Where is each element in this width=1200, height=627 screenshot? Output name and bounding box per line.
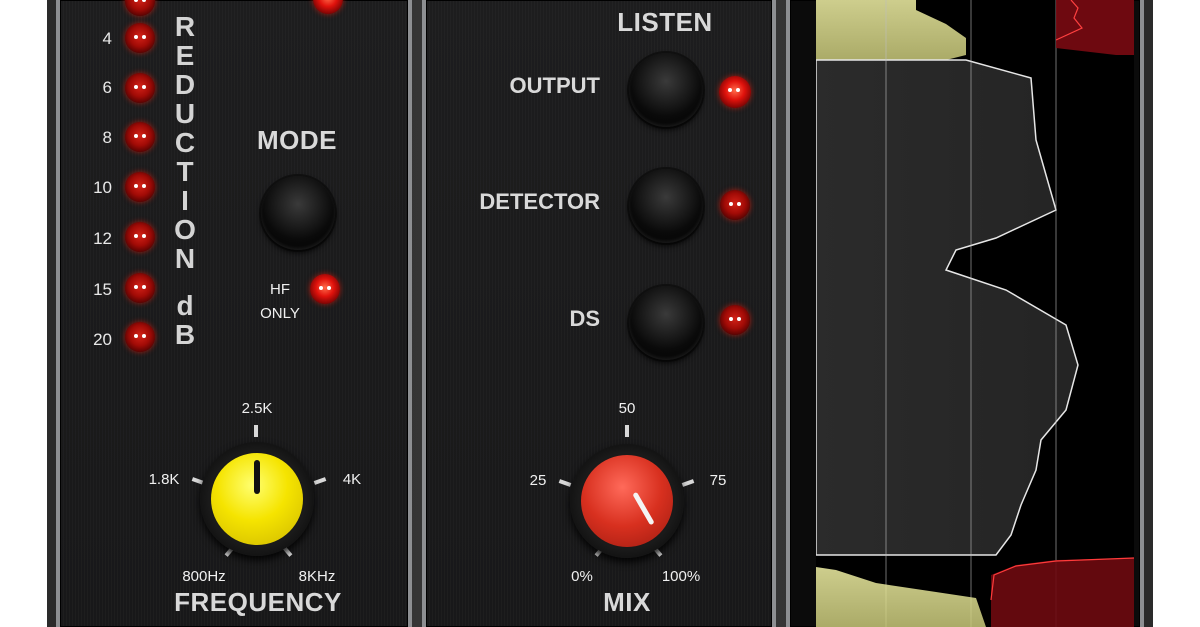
spectrum-red-bottom [991,558,1134,627]
spectrum-display [816,0,1134,627]
freq-mark-1-8k: 1.8K [148,471,180,488]
listen-detector-switch[interactable] [629,169,703,243]
mix-mark-75: 75 [709,472,727,489]
listen-detector-label: DETECTOR [479,189,600,214]
spectrum-yellow-top [816,0,966,60]
gr-title-vertical: R E D U C T I O N d B [174,11,196,350]
hf-only-label-2: ONLY [260,305,300,322]
gr-led [125,23,155,53]
gr-led [125,222,155,252]
frequency-label: FREQUENCY [174,587,342,617]
spectrum-yellow-bottom [816,567,986,627]
gr-scale-15: 15 [93,280,112,299]
gr-scale-10: 10 [93,178,112,197]
hf-only-label-1: HF [270,281,290,298]
gr-led [125,172,155,202]
hf-only-led [310,274,340,304]
gr-scale-8: 8 [102,128,112,147]
listen-ds-led [720,305,750,335]
freq-mark-4k: 4K [342,471,362,488]
freq-mark-800hz: 800Hz [182,568,226,585]
freq-mark-2-5k: 2.5K [241,400,273,417]
spectrum-gray-band [816,59,1079,556]
gr-scale-6: 6 [102,78,112,97]
listen-output-switch[interactable] [629,53,703,127]
mix-mark-100: 100% [661,568,701,585]
listen-detector-led [720,190,750,220]
listen-label: LISTEN [617,7,713,37]
gr-scale-12: 12 [93,229,112,248]
mix-tick [625,425,629,437]
mix-mark-50: 50 [618,400,636,417]
gr-led [125,273,155,303]
mix-knob[interactable] [581,455,673,547]
gr-led [125,322,155,352]
listen-ds-label: DS [569,306,600,331]
mix-mark-0: 0% [571,568,593,585]
listen-ds-switch[interactable] [629,286,703,360]
spectrum-graph [816,0,1134,627]
mix-label: MIX [603,587,651,617]
mode-switch[interactable] [261,176,335,250]
mode-label: MODE [257,125,337,155]
mix-mark-25: 25 [529,472,547,489]
gr-scale-20: 20 [93,330,112,349]
gr-led [125,73,155,103]
listen-output-led [719,76,751,108]
freq-mark-8khz: 8KHz [298,568,336,585]
listen-output-label: OUTPUT [509,73,600,98]
spectrum-red-top [1056,0,1134,55]
frequency-knob-pointer [254,460,260,494]
freq-tick [254,425,258,437]
gr-led [125,122,155,152]
gr-scale-4: 4 [102,29,112,48]
